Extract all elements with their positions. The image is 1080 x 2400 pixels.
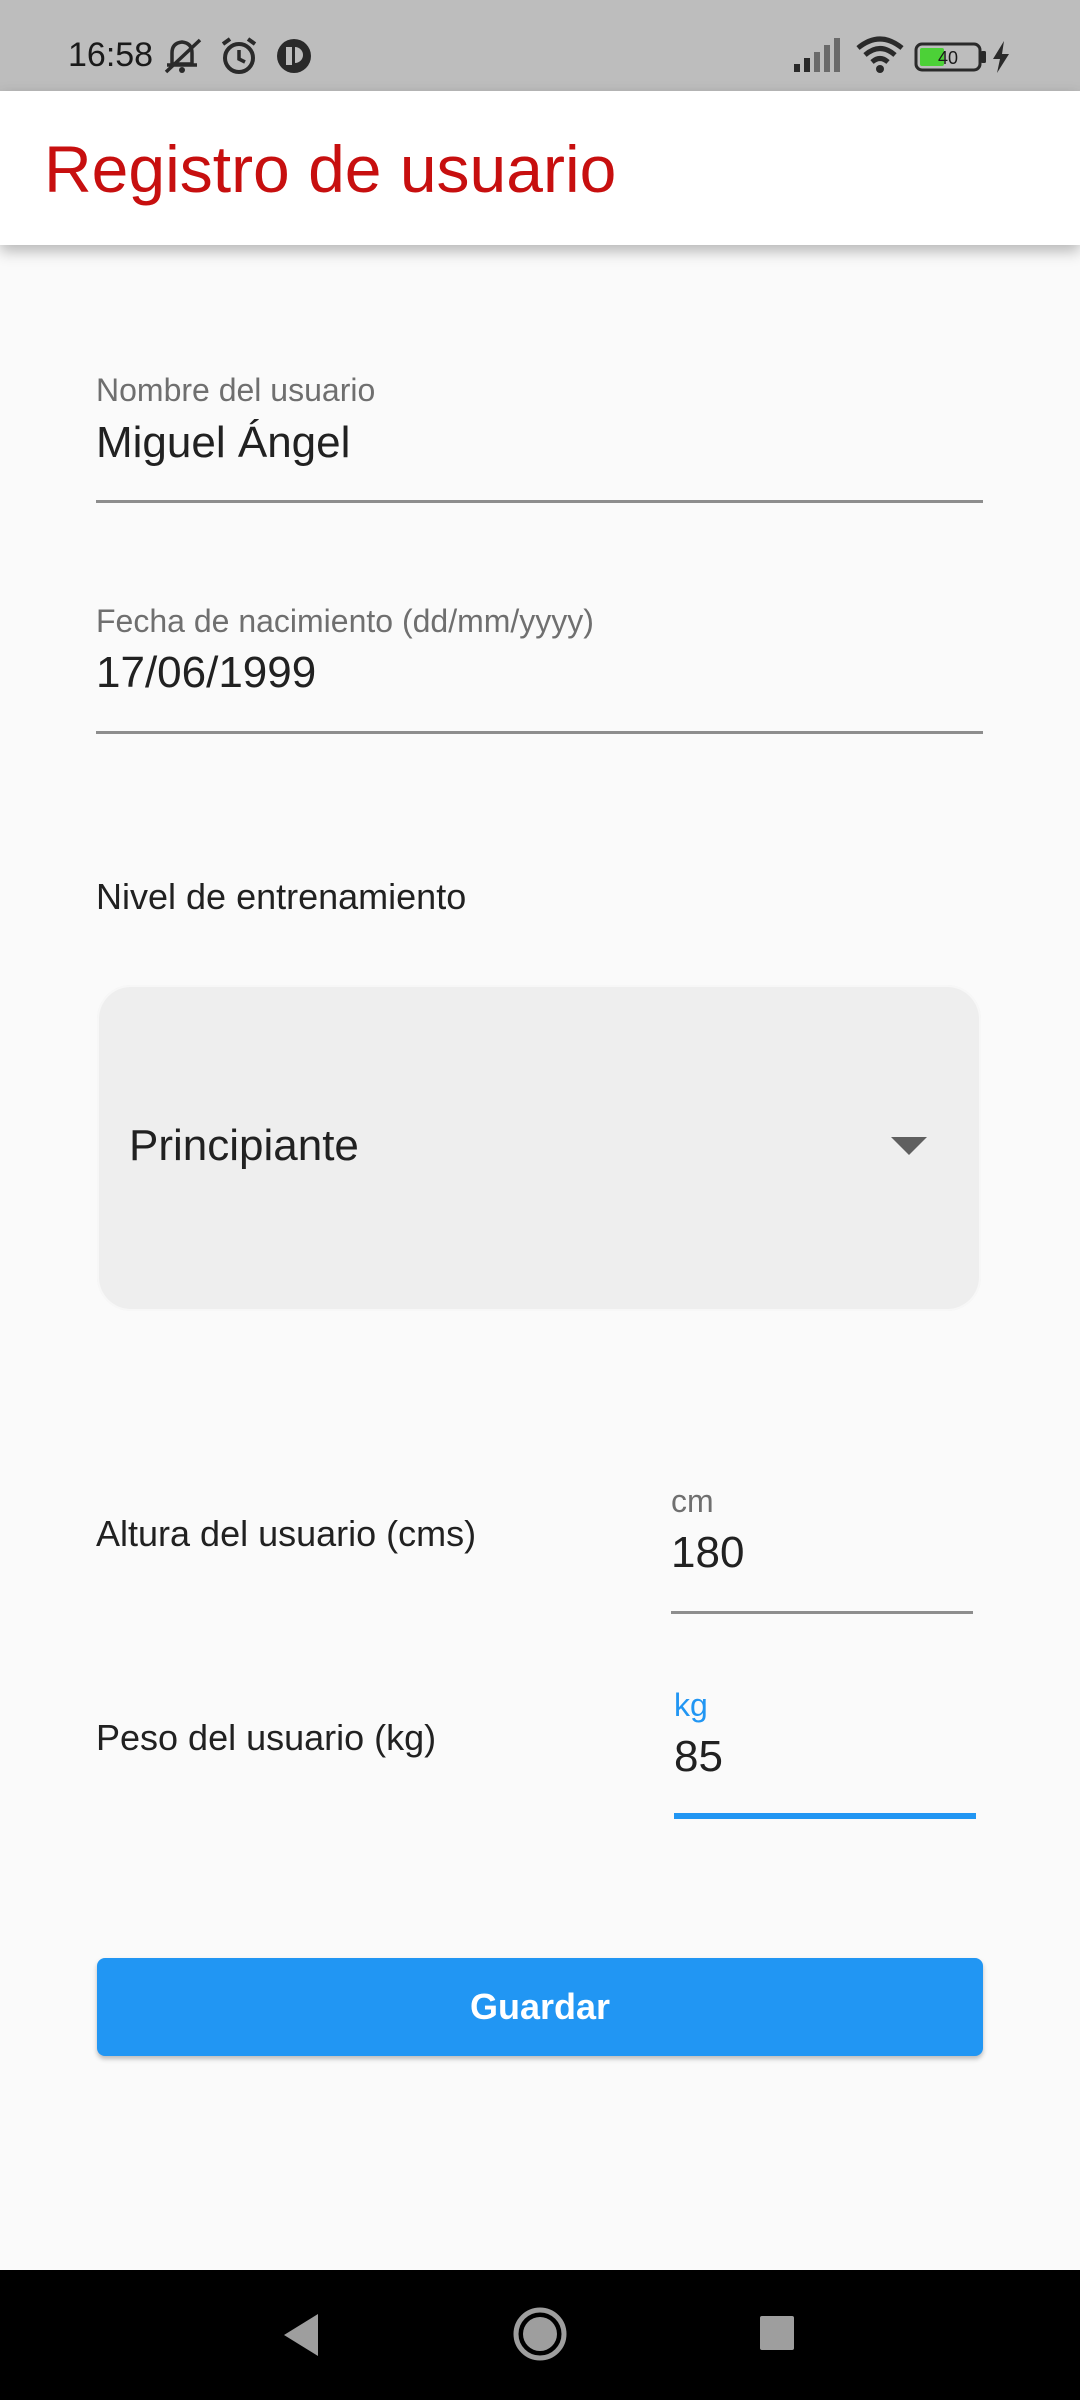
status-time: 16:58 xyxy=(68,36,154,74)
weight-label: Peso del usuario (kg) xyxy=(96,1717,437,1758)
charging-icon xyxy=(990,40,1012,79)
battery-level: 40 xyxy=(938,48,958,68)
app-bar: Registro de usuario xyxy=(0,91,1080,245)
status-bar: 16:58 40 xyxy=(0,0,1080,91)
birthdate-field-label: Fecha de nacimiento (dd/mm/yyyy) xyxy=(96,603,594,639)
battery-icon: 40 xyxy=(914,42,988,77)
name-input[interactable]: Miguel Ángel xyxy=(96,418,350,468)
save-button[interactable]: Guardar xyxy=(97,1958,983,2056)
height-input[interactable]: 180 xyxy=(671,1528,744,1578)
training-level-selected: Principiante xyxy=(129,1121,359,1170)
signal-icon xyxy=(792,36,842,79)
home-icon[interactable] xyxy=(512,2306,568,2367)
name-field-label: Nombre del usuario xyxy=(96,372,376,408)
height-unit-label: cm xyxy=(671,1483,714,1519)
alarm-icon xyxy=(218,36,260,81)
weight-field-underline xyxy=(674,1813,976,1819)
height-label: Altura del usuario (cms) xyxy=(96,1513,477,1554)
app-notification-icon xyxy=(274,36,314,81)
wifi-icon xyxy=(856,36,904,79)
navigation-bar xyxy=(0,2270,1080,2400)
height-field-underline xyxy=(671,1611,973,1614)
training-level-label: Nivel de entrenamiento xyxy=(96,876,467,917)
weight-unit-label: kg xyxy=(674,1687,708,1723)
training-level-dropdown[interactable]: Principiante xyxy=(97,985,981,1311)
dropdown-arrow-icon xyxy=(891,1137,927,1155)
recents-icon[interactable] xyxy=(758,2314,796,2357)
mute-bell-icon xyxy=(160,36,206,81)
weight-input[interactable]: 85 xyxy=(674,1732,723,1782)
birthdate-field-underline xyxy=(96,731,983,734)
page-title: Registro de usuario xyxy=(44,132,617,206)
birthdate-input[interactable]: 17/06/1999 xyxy=(96,648,316,698)
back-icon[interactable] xyxy=(278,2308,324,2367)
name-field-underline xyxy=(96,500,983,503)
